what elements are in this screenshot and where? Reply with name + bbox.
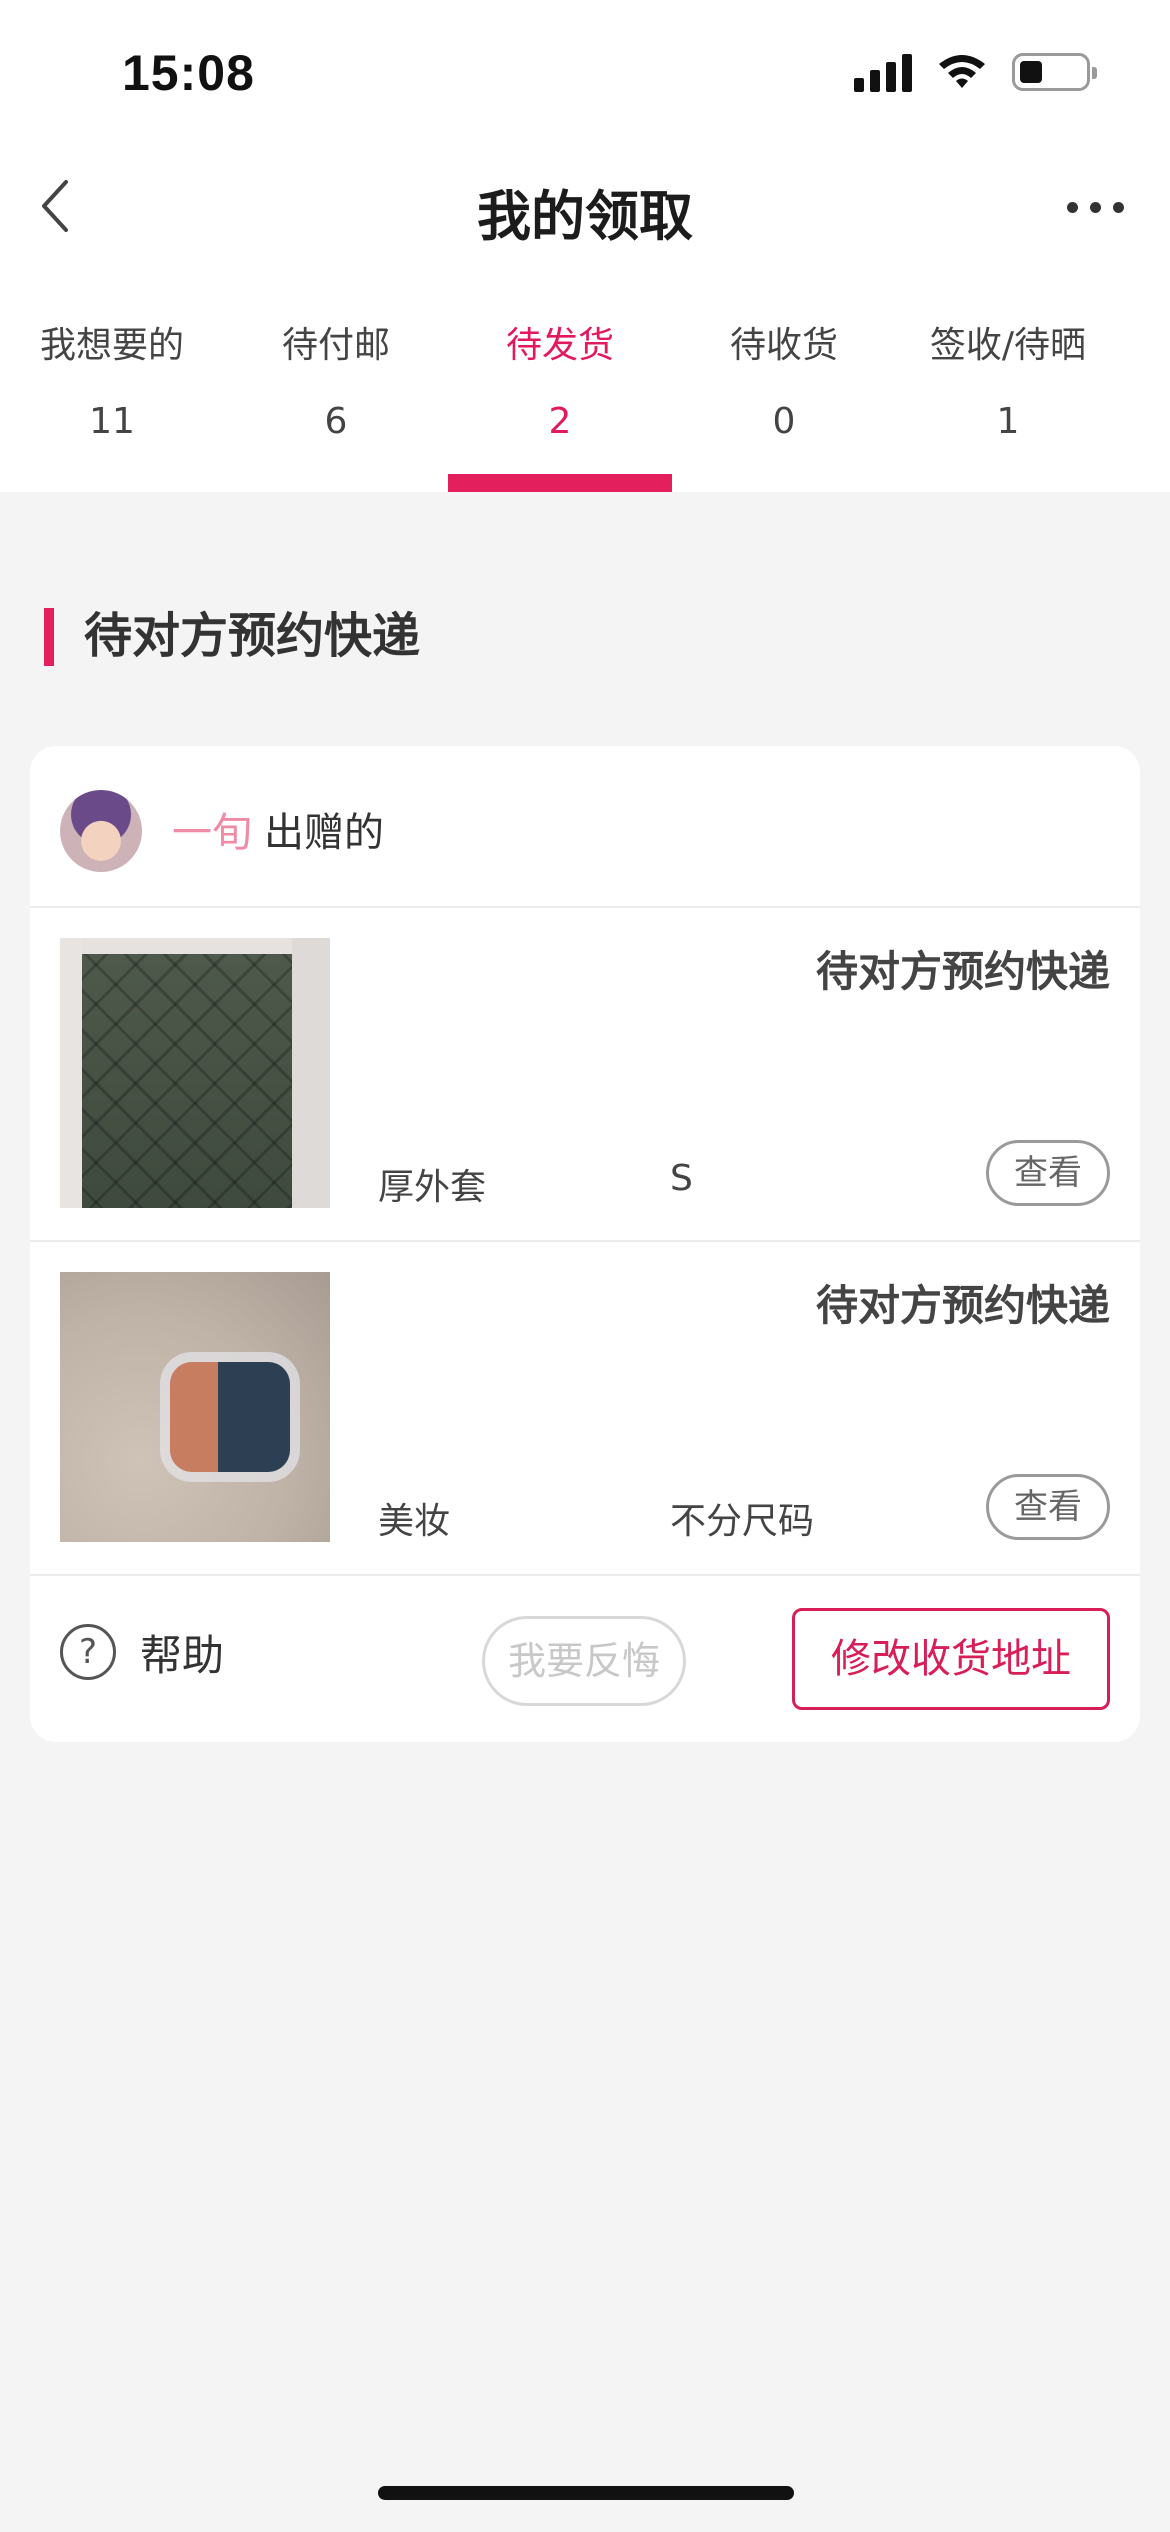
item-row[interactable]: 待对方预约快递 厚外套 S 查看 — [30, 908, 1140, 1242]
help-label[interactable]: 帮助 — [140, 1622, 224, 1683]
item-name: 厚外套 — [378, 1167, 487, 1208]
tab-underline — [448, 474, 672, 492]
item-image-jacket[interactable] — [60, 938, 330, 1208]
item-size: S — [670, 1158, 693, 1199]
tab-signed[interactable]: 签收/待晒 1 — [896, 322, 1120, 492]
header-area: 15:08 我的领取 我想要的 11 待付邮 6 待发货 2 待收货 0 签收/… — [0, 0, 1170, 492]
more-button[interactable] — [1060, 194, 1130, 220]
item-image-cosmetic[interactable] — [60, 1272, 330, 1542]
help-icon[interactable]: ? — [60, 1624, 116, 1680]
giver-name[interactable]: 一旬 — [172, 800, 252, 858]
avatar[interactable] — [60, 790, 142, 872]
giver-action-text: 出赠的 — [264, 810, 384, 856]
ellipsis-icon — [1066, 201, 1078, 213]
view-button[interactable]: 查看 — [986, 1474, 1110, 1540]
nav-bar: 我的领取 — [0, 150, 1170, 262]
page-title: 我的领取 — [477, 185, 693, 248]
tab-label: 待发货 — [505, 325, 614, 366]
giver-row[interactable]: 一旬 出赠的 — [30, 746, 1140, 908]
tab-pending-receipt[interactable]: 待收货 0 — [672, 322, 896, 492]
tab-count: 0 — [772, 401, 796, 442]
change-address-button[interactable]: 修改收货地址 — [792, 1608, 1110, 1710]
status-time: 15:08 — [122, 45, 255, 101]
tab-pending-shipment[interactable]: 待发货 2 — [448, 322, 672, 492]
tab-label: 签收/待晒 — [929, 325, 1087, 366]
tab-count: 11 — [89, 401, 135, 442]
signal-icon — [854, 52, 912, 92]
tab-count: 6 — [324, 401, 348, 442]
item-status: 待对方预约快递 — [815, 1281, 1110, 1330]
item-row[interactable]: 待对方预约快递 美妆 不分尺码 查看 — [30, 1242, 1140, 1576]
section-title: 待对方预约快递 — [44, 606, 420, 666]
view-button[interactable]: 查看 — [986, 1140, 1110, 1206]
tab-count: 2 — [548, 401, 572, 442]
card-actions: ? 帮助 我要反悔 修改收货地址 — [30, 1576, 1140, 1736]
item-name: 美妆 — [378, 1501, 451, 1542]
regret-button[interactable]: 我要反悔 — [482, 1616, 686, 1706]
battery-icon — [1012, 53, 1097, 91]
status-icons — [854, 52, 1097, 92]
home-indicator — [378, 2486, 794, 2500]
tab-label: 待付邮 — [281, 325, 390, 366]
tab-label: 待收货 — [729, 325, 838, 366]
tab-label: 我想要的 — [39, 325, 184, 366]
tab-pending-postage[interactable]: 待付邮 6 — [224, 322, 448, 492]
wifi-icon — [939, 55, 985, 88]
tab-want[interactable]: 我想要的 11 — [0, 322, 224, 492]
item-status: 待对方预约快递 — [815, 947, 1110, 996]
tab-count: 1 — [996, 401, 1020, 442]
order-card: 一旬 出赠的 待对方预约快递 厚外套 S 查看 待对方预约快递 美妆 不分尺码 … — [30, 746, 1140, 1742]
item-size: 不分尺码 — [670, 1501, 815, 1542]
tab-bar: 我想要的 11 待付邮 6 待发货 2 待收货 0 签收/待晒 1 — [0, 262, 1170, 492]
status-bar: 15:08 — [0, 0, 1170, 150]
